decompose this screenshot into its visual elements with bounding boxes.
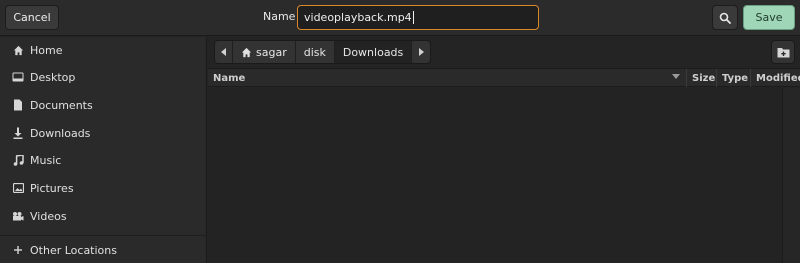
sidebar-item-label: Music — [30, 153, 62, 167]
filename-input[interactable]: videoplayback.mp4 — [297, 5, 539, 30]
path-crumb-disk[interactable]: disk — [296, 41, 335, 63]
sidebar-item-label: Home — [30, 43, 63, 57]
column-header-label: Modified — [756, 72, 800, 84]
path-crumb-home[interactable]: sagar — [233, 41, 296, 63]
path-scroll-right-button[interactable] — [412, 41, 430, 63]
chevron-right-icon — [419, 48, 425, 56]
column-header-modified[interactable]: Modified — [750, 69, 800, 87]
file-list[interactable] — [208, 88, 782, 263]
sidebar-item-desktop[interactable]: Desktop — [0, 64, 206, 90]
text-caret — [412, 11, 414, 24]
places-sidebar: Home Desktop Documents Downloads Music P… — [0, 37, 207, 263]
sidebar-item-label: Videos — [30, 209, 67, 223]
cancel-button[interactable]: Cancel — [5, 5, 59, 30]
column-header-size[interactable]: Size — [686, 69, 716, 87]
path-crumb-label: sagar — [256, 45, 287, 59]
sidebar-item-label: Other Locations — [30, 243, 117, 257]
sidebar-item-music[interactable]: Music — [0, 147, 206, 173]
download-icon — [12, 127, 24, 139]
sidebar-item-label: Desktop — [30, 70, 76, 84]
sidebar-divider — [0, 235, 206, 236]
path-bar: sagar disk Downloads — [214, 40, 432, 64]
plus-icon — [12, 244, 24, 256]
sidebar-item-home[interactable]: Home — [0, 37, 206, 63]
sidebar-item-videos[interactable]: Videos — [0, 203, 206, 229]
sidebar-item-other-locations[interactable]: Other Locations — [0, 237, 206, 263]
name-label: Name — [263, 10, 296, 23]
column-header-label: Name — [213, 72, 246, 84]
sidebar-item-label: Documents — [30, 98, 93, 112]
music-icon — [12, 154, 24, 166]
search-icon — [719, 12, 731, 24]
column-header-label: Type — [722, 72, 749, 84]
sidebar-item-label: Pictures — [30, 181, 74, 195]
desktop-icon — [12, 71, 24, 83]
new-folder-button[interactable] — [771, 40, 795, 64]
sidebar-item-downloads[interactable]: Downloads — [0, 120, 206, 146]
path-crumb-label: disk — [303, 45, 326, 59]
path-crumb-downloads[interactable]: Downloads — [334, 41, 413, 63]
picture-icon — [12, 182, 24, 194]
home-icon — [241, 47, 252, 57]
save-button[interactable]: Save — [743, 5, 795, 30]
header-bar: Cancel Name videoplayback.mp4 Save — [0, 0, 800, 36]
home-icon — [12, 44, 24, 56]
file-list-header: Name Size Type Modified — [208, 68, 800, 87]
sort-descending-icon — [672, 74, 680, 79]
document-icon — [12, 99, 24, 111]
column-header-type[interactable]: Type — [716, 69, 750, 87]
file-list-scrollbar[interactable] — [782, 88, 800, 263]
column-header-name[interactable]: Name — [208, 69, 686, 87]
path-crumb-label: Downloads — [342, 45, 404, 59]
search-button[interactable] — [712, 5, 738, 30]
new-folder-icon — [777, 47, 789, 57]
filename-value: videoplayback.mp4 — [304, 11, 412, 24]
chevron-left-icon — [220, 48, 226, 56]
path-scroll-left-button[interactable] — [215, 41, 233, 63]
sidebar-item-documents[interactable]: Documents — [0, 92, 206, 118]
column-header-label: Size — [692, 72, 716, 84]
video-icon — [12, 210, 24, 222]
sidebar-item-pictures[interactable]: Pictures — [0, 175, 206, 201]
sidebar-item-label: Downloads — [30, 126, 91, 140]
